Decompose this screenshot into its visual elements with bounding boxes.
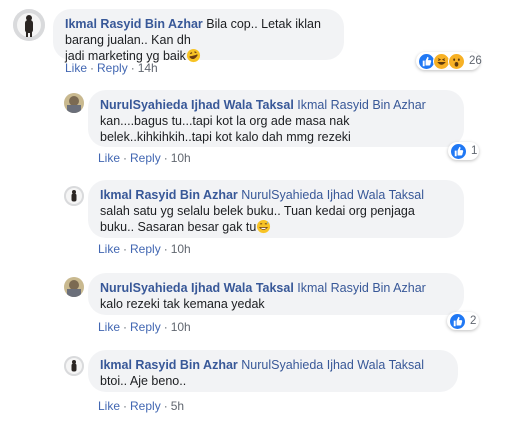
comment-actions: Like · Reply · 14h <box>65 61 158 75</box>
comment-actions: Like · Reply · 10h <box>98 320 191 334</box>
reactions-summary[interactable]: 26 <box>416 52 482 70</box>
avatar[interactable] <box>64 186 84 206</box>
like-button[interactable]: Like <box>98 242 120 256</box>
comment-actions: Like · Reply · 10h <box>98 151 191 165</box>
timestamp[interactable]: 10h <box>171 320 191 334</box>
commenter-name[interactable]: Ikmal Rasyid Bin Azhar <box>65 17 203 31</box>
mention-link[interactable]: Ikmal Rasyid Bin Azhar <box>297 98 426 112</box>
like-button[interactable]: Like <box>98 151 120 165</box>
commenter-name[interactable]: NurulSyahieda Ijhad Wala Taksal <box>100 281 294 295</box>
comment-bubble: NurulSyahieda Ijhad Wala Taksal Ikmal Ra… <box>88 90 464 147</box>
reply-button[interactable]: Reply <box>130 399 161 413</box>
mention-link[interactable]: NurulSyahieda Ijhad Wala Taksal <box>241 358 424 372</box>
comment-bubble: NurulSyahieda Ijhad Wala Taksal Ikmal Ra… <box>88 273 464 315</box>
reply-button[interactable]: Reply <box>130 151 161 165</box>
reply-button[interactable]: Reply <box>97 61 128 75</box>
comment-actions: Like · Reply · 10h <box>98 242 191 256</box>
avatar[interactable] <box>64 277 84 297</box>
avatar[interactable] <box>64 93 84 113</box>
avatar[interactable] <box>64 356 84 376</box>
reaction-count: 2 <box>470 315 477 327</box>
timestamp[interactable]: 5h <box>171 399 184 413</box>
grin-sweat-emoji-icon <box>256 219 271 238</box>
wow-reaction-icon <box>448 52 465 70</box>
comment-bubble: Ikmal Rasyid Bin Azhar NurulSyahieda Ijh… <box>88 350 458 392</box>
comment-text: kalo rezeki tak kemana yedak <box>100 297 265 311</box>
like-button[interactable]: Like <box>65 61 87 75</box>
mention-link[interactable]: NurulSyahieda Ijhad Wala Taksal <box>241 188 424 202</box>
avatar[interactable] <box>13 9 45 41</box>
reaction-count: 26 <box>469 55 482 67</box>
timestamp[interactable]: 10h <box>171 151 191 165</box>
commenter-name[interactable]: Ikmal Rasyid Bin Azhar <box>100 358 238 372</box>
commenter-name[interactable]: Ikmal Rasyid Bin Azhar <box>100 188 238 202</box>
commenter-name[interactable]: NurulSyahieda Ijhad Wala Taksal <box>100 98 294 112</box>
timestamp[interactable]: 14h <box>138 61 158 75</box>
reaction-count: 1 <box>471 145 478 157</box>
comment-text: salah satu yg selalu belek buku.. Tuan k… <box>100 204 415 218</box>
like-button[interactable]: Like <box>98 320 120 334</box>
reactions-summary[interactable]: 1 <box>448 142 479 160</box>
comment-actions: Like · Reply · 5h <box>98 399 185 413</box>
reply-button[interactable]: Reply <box>130 242 161 256</box>
timestamp[interactable]: 10h <box>171 242 191 256</box>
like-button[interactable]: Like <box>98 399 120 413</box>
like-reaction-icon <box>450 142 467 160</box>
comment-bubble: Ikmal Rasyid Bin Azhar Bila cop.. Letak … <box>53 9 344 63</box>
mention-link[interactable]: Ikmal Rasyid Bin Azhar <box>297 281 426 295</box>
reactions-summary[interactable]: 2 <box>447 312 479 330</box>
comment-text: kan....bagus tu...tapi kot la org ade ma… <box>100 114 350 128</box>
comment-text: btoi.. Aje beno.. <box>100 374 187 388</box>
comment-bubble: Ikmal Rasyid Bin Azhar NurulSyahieda Ijh… <box>88 180 464 238</box>
reply-button[interactable]: Reply <box>130 320 161 334</box>
like-reaction-icon <box>449 312 466 330</box>
rofl-emoji-icon <box>186 48 201 67</box>
comment-text: buku.. Sasaran besar gak tu <box>100 220 257 234</box>
comment-text: belek..kihkihkih..tapi kot kalo dah mmg … <box>100 130 351 144</box>
